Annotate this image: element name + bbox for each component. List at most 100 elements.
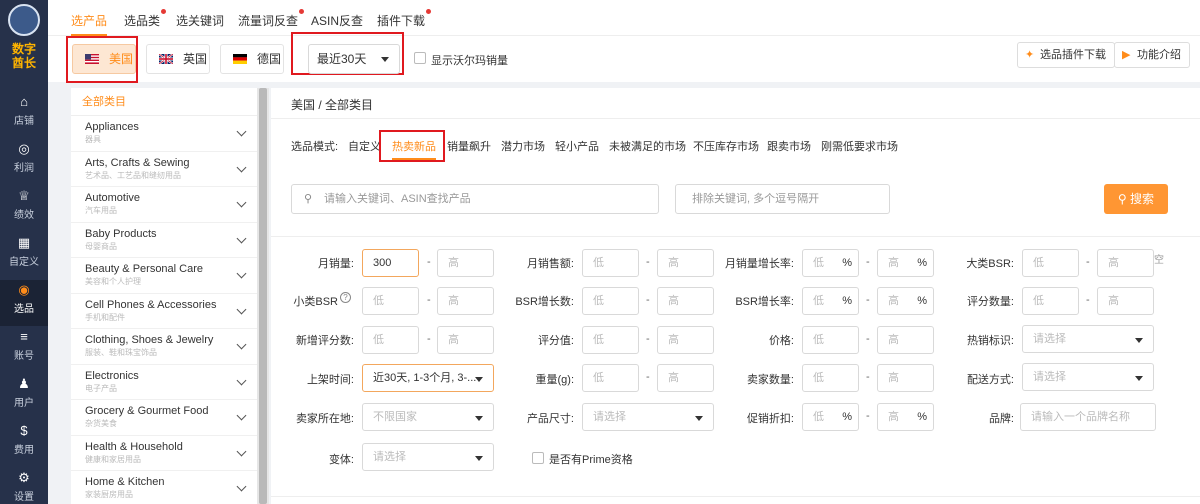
size-select[interactable]: 请选择 — [582, 403, 714, 431]
notification-dot — [161, 9, 167, 14]
small-bsr-label: 小类BSR — [293, 296, 338, 308]
seller-count-label: 卖家数量: — [746, 374, 794, 386]
seller-country-select[interactable]: 不限国家 — [362, 403, 494, 431]
tab-plugin-download[interactable]: 插件下载 — [377, 9, 432, 29]
price-label: 价格: — [768, 335, 794, 347]
fulfillment-label: 配送方式: — [966, 374, 1014, 386]
monthly-revenue-min[interactable]: 低 — [582, 249, 639, 277]
divider — [271, 496, 1200, 497]
category-name: Automotive — [85, 192, 141, 204]
mode-unmet-market[interactable]: 未被满足的市场 — [609, 138, 686, 154]
tab-traffic-keyword[interactable]: 流量词反查 — [238, 9, 305, 29]
tab-select-category[interactable]: 选品类 — [124, 9, 167, 29]
category-item[interactable]: Home & Kitchen 家装厨房用品 — [71, 471, 257, 504]
category-name: Grocery & Gourmet Food — [85, 405, 209, 417]
launch-time-select[interactable]: 近30天, 1-3个月, 3-... — [362, 364, 494, 392]
nav-item-settings[interactable]: ⚙ 设置 — [0, 468, 48, 504]
caret-down-icon — [381, 57, 389, 62]
category-name-zh: 美容和个人护理 — [85, 277, 141, 286]
exclude-keyword-input[interactable]: 排除关键词, 多个逗号隔开 — [675, 184, 890, 214]
category-item[interactable]: Clothing, Shoes & Jewelry 服装、鞋和珠宝饰品 — [71, 329, 257, 365]
mode-sales-surge[interactable]: 销量飙升 — [447, 138, 491, 154]
nav-item-custom[interactable]: ▦ 自定义 — [0, 233, 48, 279]
nav-item-product-selection[interactable]: ◉ 选品 — [0, 280, 48, 326]
rating-count-min[interactable]: 低 — [1022, 287, 1079, 315]
search-icon: ⚲ — [1117, 192, 1131, 206]
category-name-zh: 母婴商品 — [85, 241, 117, 251]
discount-min[interactable]: 低% — [802, 403, 859, 431]
big-bsr-max[interactable]: 高 — [1097, 249, 1154, 277]
tab-select-product[interactable]: 选产品 — [71, 12, 108, 36]
tab-asin-lookup[interactable]: ASIN反查 — [311, 12, 363, 29]
caret-down-icon — [1135, 338, 1143, 343]
category-item[interactable]: Arts, Crafts & Sewing 艺术品、工艺品和缝纫用品 — [71, 152, 257, 187]
trailing-char: 空 — [1154, 255, 1164, 266]
keyword-search-input[interactable]: ⚲ 请输入关键词、ASIN查找产品 — [291, 184, 659, 214]
category-all[interactable]: 全部类目 — [71, 88, 257, 116]
weight-min[interactable]: 低 — [582, 364, 639, 392]
search-icon: ⚲ — [304, 193, 313, 205]
logo-icon[interactable] — [8, 4, 40, 36]
nav-item-performance[interactable]: ♕ 绩效 — [0, 186, 48, 232]
list-icon: ≡ — [20, 329, 28, 344]
nav-item-profit[interactable]: ◎ 利润 — [0, 139, 48, 185]
country-de-button[interactable]: 德国 — [220, 44, 284, 74]
category-name: Clothing, Shoes & Jewelry — [85, 334, 214, 346]
category-item[interactable]: Baby Products 母婴商品 — [71, 223, 257, 258]
rating-min[interactable]: 低 — [582, 326, 639, 354]
mode-essential-demand[interactable]: 刚需低要求市场 — [821, 138, 898, 154]
category-item[interactable]: Cell Phones & Accessories 手机和配件 — [71, 294, 257, 329]
period-select[interactable]: 最近30天 — [308, 44, 400, 74]
help-icon[interactable]: ? — [340, 292, 351, 303]
tab-select-keyword[interactable]: 选关键词 — [176, 12, 224, 29]
new-ratings-min[interactable]: 低 — [362, 326, 419, 354]
country-uk-button[interactable]: 英国 — [146, 44, 210, 74]
big-bsr-min[interactable]: 低 — [1022, 249, 1079, 277]
bsr-growth-count-min[interactable]: 低 — [582, 287, 639, 315]
category-item[interactable]: Appliances 器具 — [71, 116, 257, 152]
nav-item-account[interactable]: ≡ 账号 — [0, 327, 48, 373]
category-name-zh: 电子产品 — [85, 383, 117, 393]
category-item[interactable]: Beauty & Personal Care 美容和个人护理 — [71, 258, 257, 294]
category-name: Home & Kitchen — [85, 476, 165, 488]
hot-tag-label: 热销标识: — [966, 335, 1014, 347]
variants-select[interactable]: 请选择 — [362, 443, 494, 471]
brand-input[interactable]: 请输入一个品牌名称 — [1020, 403, 1156, 431]
mode-follow-sell[interactable]: 跟卖市场 — [767, 138, 811, 154]
caret-down-icon — [475, 456, 483, 461]
sales-growth-label: 月销量增长率: — [724, 258, 794, 270]
walmart-checkbox[interactable] — [414, 52, 426, 64]
category-item[interactable]: Automotive 汽车用品 — [71, 187, 257, 223]
nav-item-users[interactable]: ♟ 用户 — [0, 374, 48, 420]
hot-tag-select[interactable]: 请选择 — [1022, 325, 1154, 353]
caret-down-icon — [1135, 376, 1143, 381]
category-name: Baby Products — [85, 227, 157, 240]
category-item[interactable]: Health & Household 健康和家居用品 — [71, 436, 257, 471]
category-name: Appliances — [85, 121, 139, 133]
mode-potential-market[interactable]: 潜力市场 — [501, 138, 545, 154]
search-button[interactable]: ⚲ 搜索 — [1104, 184, 1168, 214]
rating-count-max[interactable]: 高 — [1097, 287, 1154, 315]
weight-label: 重量(g): — [535, 374, 575, 386]
prime-checkbox[interactable] — [532, 452, 544, 464]
price-min[interactable]: 低 — [802, 326, 859, 354]
category-item[interactable]: Grocery & Gourmet Food 杂货美食 — [71, 400, 257, 436]
mode-no-inventory[interactable]: 不压库存市场 — [693, 138, 759, 154]
small-bsr-min[interactable]: 低 — [362, 287, 419, 315]
sales-growth-min[interactable]: 低% — [802, 249, 859, 277]
category-name-zh: 汽车用品 — [85, 206, 117, 215]
monthly-sales-min[interactable]: 300 — [362, 249, 419, 277]
monthly-revenue-label: 月销售额: — [526, 258, 574, 270]
category-item[interactable]: Electronics 电子产品 — [71, 365, 257, 400]
nav-item-store[interactable]: ⌂ 店铺 — [0, 92, 48, 138]
feature-intro-button[interactable]: ▶ 功能介绍 — [1114, 42, 1190, 68]
seller-count-min[interactable]: 低 — [802, 364, 859, 392]
category-name-zh: 杂货美食 — [85, 419, 117, 428]
nav-item-billing[interactable]: $ 费用 — [0, 421, 48, 467]
mode-custom[interactable]: 自定义 — [348, 138, 381, 154]
category-name: Health & Household — [85, 440, 183, 453]
fulfillment-select[interactable]: 请选择 — [1022, 363, 1154, 391]
bsr-growth-rate-min[interactable]: 低% — [802, 287, 859, 315]
plugin-download-button[interactable]: ✦ 选品插件下载 — [1017, 42, 1115, 68]
mode-small-light[interactable]: 轻小产品 — [555, 138, 599, 154]
